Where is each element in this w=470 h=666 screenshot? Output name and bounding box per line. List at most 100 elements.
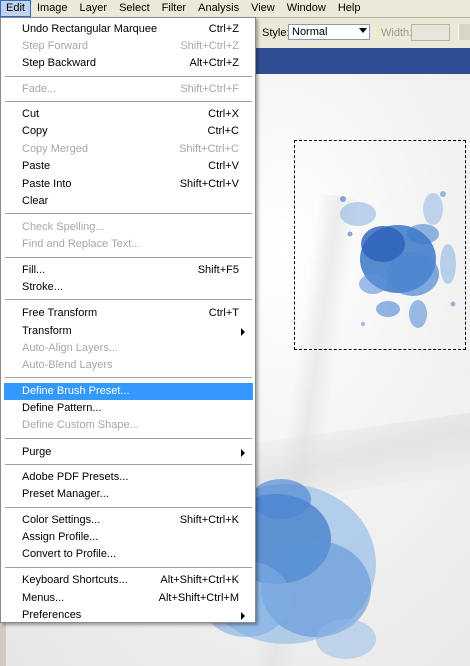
menu-item-label: Paste (22, 160, 51, 172)
menu-item-convert-to-profile[interactable]: Convert to Profile... (4, 546, 253, 563)
menu-item-stroke[interactable]: Stroke... (4, 279, 253, 296)
menu-window[interactable]: Window (281, 0, 332, 17)
menu-separator (5, 299, 252, 301)
menu-analysis[interactable]: Analysis (192, 0, 245, 17)
menu-item-label: Find and Replace Text... (22, 238, 141, 250)
menu-item-label: Auto-Align Layers... (22, 342, 118, 354)
menu-item-undo[interactable]: Undo Rectangular Marquee Ctrl+Z (4, 21, 253, 38)
menu-layer[interactable]: Layer (74, 0, 114, 17)
menu-item-label: Adobe PDF Presets... (22, 471, 129, 483)
menu-item-keyboard-shortcuts[interactable]: Keyboard Shortcuts... Alt+Shift+Ctrl+K (4, 572, 253, 589)
menu-separator (5, 464, 252, 466)
menu-separator (5, 213, 252, 215)
menu-item-shortcut: Ctrl+T (208, 307, 239, 319)
menu-item-label: Menus... (22, 592, 65, 604)
menu-item-free-transform[interactable]: Free Transform Ctrl+T (4, 305, 253, 322)
menu-item-define-custom-shape: Define Custom Shape... (4, 417, 253, 434)
options-bar-grip[interactable] (458, 24, 470, 40)
menu-item-step-backward[interactable]: Step Backward Alt+Ctrl+Z (4, 55, 253, 72)
menu-item-label: Check Spelling... (22, 221, 105, 233)
menu-item-label: Stroke... (22, 281, 63, 293)
menu-item-paste[interactable]: Paste Ctrl+V (4, 158, 253, 175)
menu-item-shortcut: Alt+Ctrl+Z (189, 57, 239, 69)
menu-item-shortcut: Shift+Ctrl+F (180, 83, 239, 95)
menu-item-label: Assign Profile... (22, 531, 99, 543)
menu-item-shortcut: Ctrl+V (208, 160, 239, 172)
menu-item-label: Define Brush Preset... (22, 385, 130, 397)
menu-item-label: Step Forward (22, 40, 89, 52)
menu-separator (5, 377, 252, 379)
submenu-arrow-icon (241, 328, 245, 336)
menu-item-shortcut: Shift+Ctrl+K (179, 514, 239, 526)
menu-item-label: Free Transform (22, 307, 98, 319)
menu-item-preferences[interactable]: Preferences (4, 607, 253, 624)
menu-item-purge[interactable]: Purge (4, 444, 253, 461)
menu-item-adobe-pdf-presets[interactable]: Adobe PDF Presets... (4, 469, 253, 486)
menu-item-shortcut: Ctrl+Z (208, 23, 239, 35)
menu-item-shortcut: Ctrl+X (208, 108, 239, 120)
menu-item-label: Define Custom Shape... (22, 419, 139, 431)
menu-item-fade: Fade... Shift+Ctrl+F (4, 81, 253, 98)
menu-item-step-forward: Step Forward Shift+Ctrl+Z (4, 38, 253, 55)
menu-item-shortcut: Ctrl+C (207, 125, 239, 137)
submenu-arrow-icon (241, 449, 245, 457)
menu-separator (5, 567, 252, 569)
menu-item-color-settings[interactable]: Color Settings... Shift+Ctrl+K (4, 512, 253, 529)
menu-item-cut[interactable]: Cut Ctrl+X (4, 106, 253, 123)
menu-image[interactable]: Image (31, 0, 74, 17)
menu-select[interactable]: Select (113, 0, 156, 17)
menu-separator (5, 76, 252, 78)
menu-item-label: Fill... (22, 264, 46, 276)
menu-item-label: Preset Manager... (22, 488, 109, 500)
width-input[interactable] (411, 24, 450, 41)
style-label: Style: (262, 27, 290, 39)
menu-item-assign-profile[interactable]: Assign Profile... (4, 529, 253, 546)
menu-item-label: Transform (22, 325, 72, 337)
menu-item-shortcut: Shift+Ctrl+V (179, 178, 239, 190)
menu-item-menus[interactable]: Menus... Alt+Shift+Ctrl+M (4, 590, 253, 607)
width-label: Width: (381, 27, 413, 39)
menu-item-label: Clear (22, 195, 49, 207)
menu-edit[interactable]: Edit (0, 0, 31, 17)
menu-item-label: Define Pattern... (22, 402, 102, 414)
selection-marquee[interactable] (294, 140, 466, 350)
menu-item-define-brush-preset[interactable]: Define Brush Preset... (4, 383, 253, 400)
menu-item-transform[interactable]: Transform (4, 323, 253, 340)
menu-item-label: Color Settings... (22, 514, 101, 526)
menu-item-auto-blend: Auto-Blend Layers (4, 357, 253, 374)
menu-help[interactable]: Help (332, 0, 367, 17)
menu-item-paste-into[interactable]: Paste Into Shift+Ctrl+V (4, 176, 253, 193)
menu-item-shortcut: Alt+Shift+Ctrl+K (160, 574, 239, 586)
menu-item-shortcut: Alt+Shift+Ctrl+M (158, 592, 239, 604)
menu-separator (5, 438, 252, 440)
menu-item-label: Purge (22, 446, 52, 458)
menu-item-label: Step Backward (22, 57, 96, 69)
menu-item-label: Copy (22, 125, 48, 137)
submenu-arrow-icon (241, 612, 245, 620)
menu-item-define-pattern[interactable]: Define Pattern... (4, 400, 253, 417)
menu-item-copy-merged: Copy Merged Shift+Ctrl+C (4, 141, 253, 158)
menu-item-label: Undo Rectangular Marquee (22, 23, 158, 35)
chevron-down-icon (359, 28, 367, 33)
menu-item-label: Paste Into (22, 178, 72, 190)
menu-item-shortcut: Shift+Ctrl+C (179, 143, 239, 155)
menu-item-label: Keyboard Shortcuts... (22, 574, 128, 586)
menu-separator (5, 507, 252, 509)
menu-item-auto-align: Auto-Align Layers... (4, 340, 253, 357)
menu-bar: Edit Image Layer Select Filter Analysis … (0, 0, 470, 18)
style-select-value: Normal (292, 26, 328, 38)
menu-item-label: Preferences (22, 609, 82, 621)
style-select[interactable]: Normal (288, 24, 370, 40)
menu-item-label: Fade... (22, 83, 57, 95)
menu-filter[interactable]: Filter (156, 0, 192, 17)
menu-item-label: Cut (22, 108, 40, 120)
menu-item-copy[interactable]: Copy Ctrl+C (4, 123, 253, 140)
menu-item-fill[interactable]: Fill... Shift+F5 (4, 262, 253, 279)
menu-view[interactable]: View (245, 0, 281, 17)
menu-item-label: Auto-Blend Layers (22, 359, 113, 371)
menu-item-shortcut: Shift+Ctrl+Z (180, 40, 239, 52)
menu-item-clear[interactable]: Clear (4, 193, 253, 210)
menu-item-preset-manager[interactable]: Preset Manager... (4, 486, 253, 503)
menu-item-find-replace: Find and Replace Text... (4, 236, 253, 253)
menu-separator (5, 257, 252, 259)
